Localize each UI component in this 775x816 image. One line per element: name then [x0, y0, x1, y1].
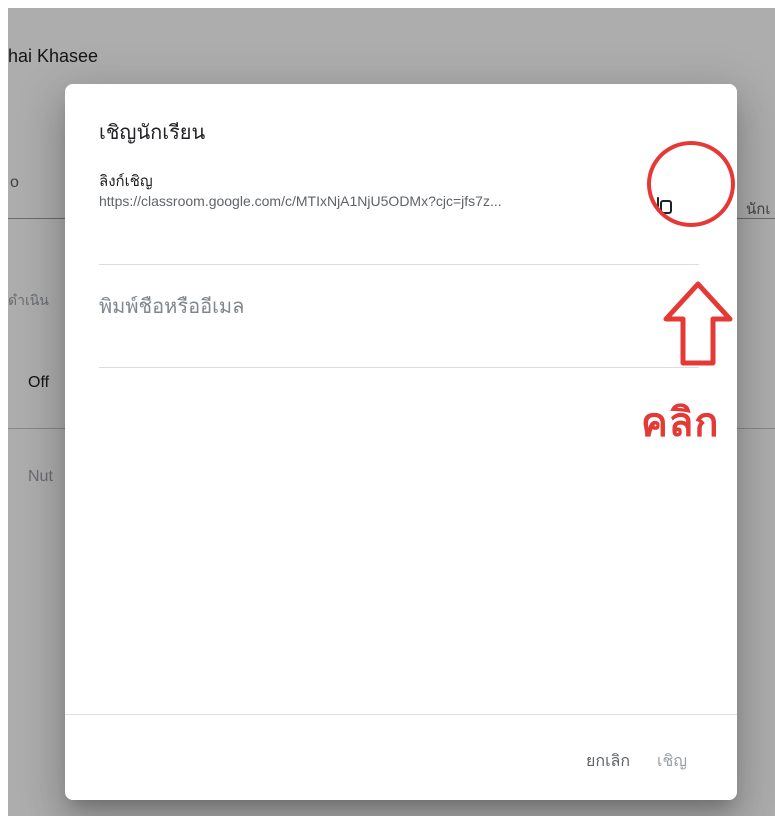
- invite-link-label: ลิงก์เชิญ: [99, 173, 153, 190]
- dialog-footer-divider: [65, 714, 737, 715]
- annotation-click-text: คลิก: [641, 401, 720, 445]
- invite-students-dialog: เชิญนักเรียน ลิงก์เชิญ https://classroom…: [65, 84, 737, 800]
- up-arrow-icon: [663, 281, 733, 366]
- name-or-email-input[interactable]: [99, 296, 619, 319]
- dialog-divider: [99, 367, 699, 368]
- invite-button[interactable]: เชิญ: [651, 745, 693, 778]
- invite-link-url: https://classroom.google.com/c/MTIxNjA1N…: [99, 193, 502, 209]
- cancel-button[interactable]: ยกเลิก: [580, 745, 636, 778]
- dialog-title: เชิญนักเรียน: [99, 122, 206, 144]
- annotation-circle: [647, 141, 735, 227]
- dialog-divider: [99, 264, 699, 265]
